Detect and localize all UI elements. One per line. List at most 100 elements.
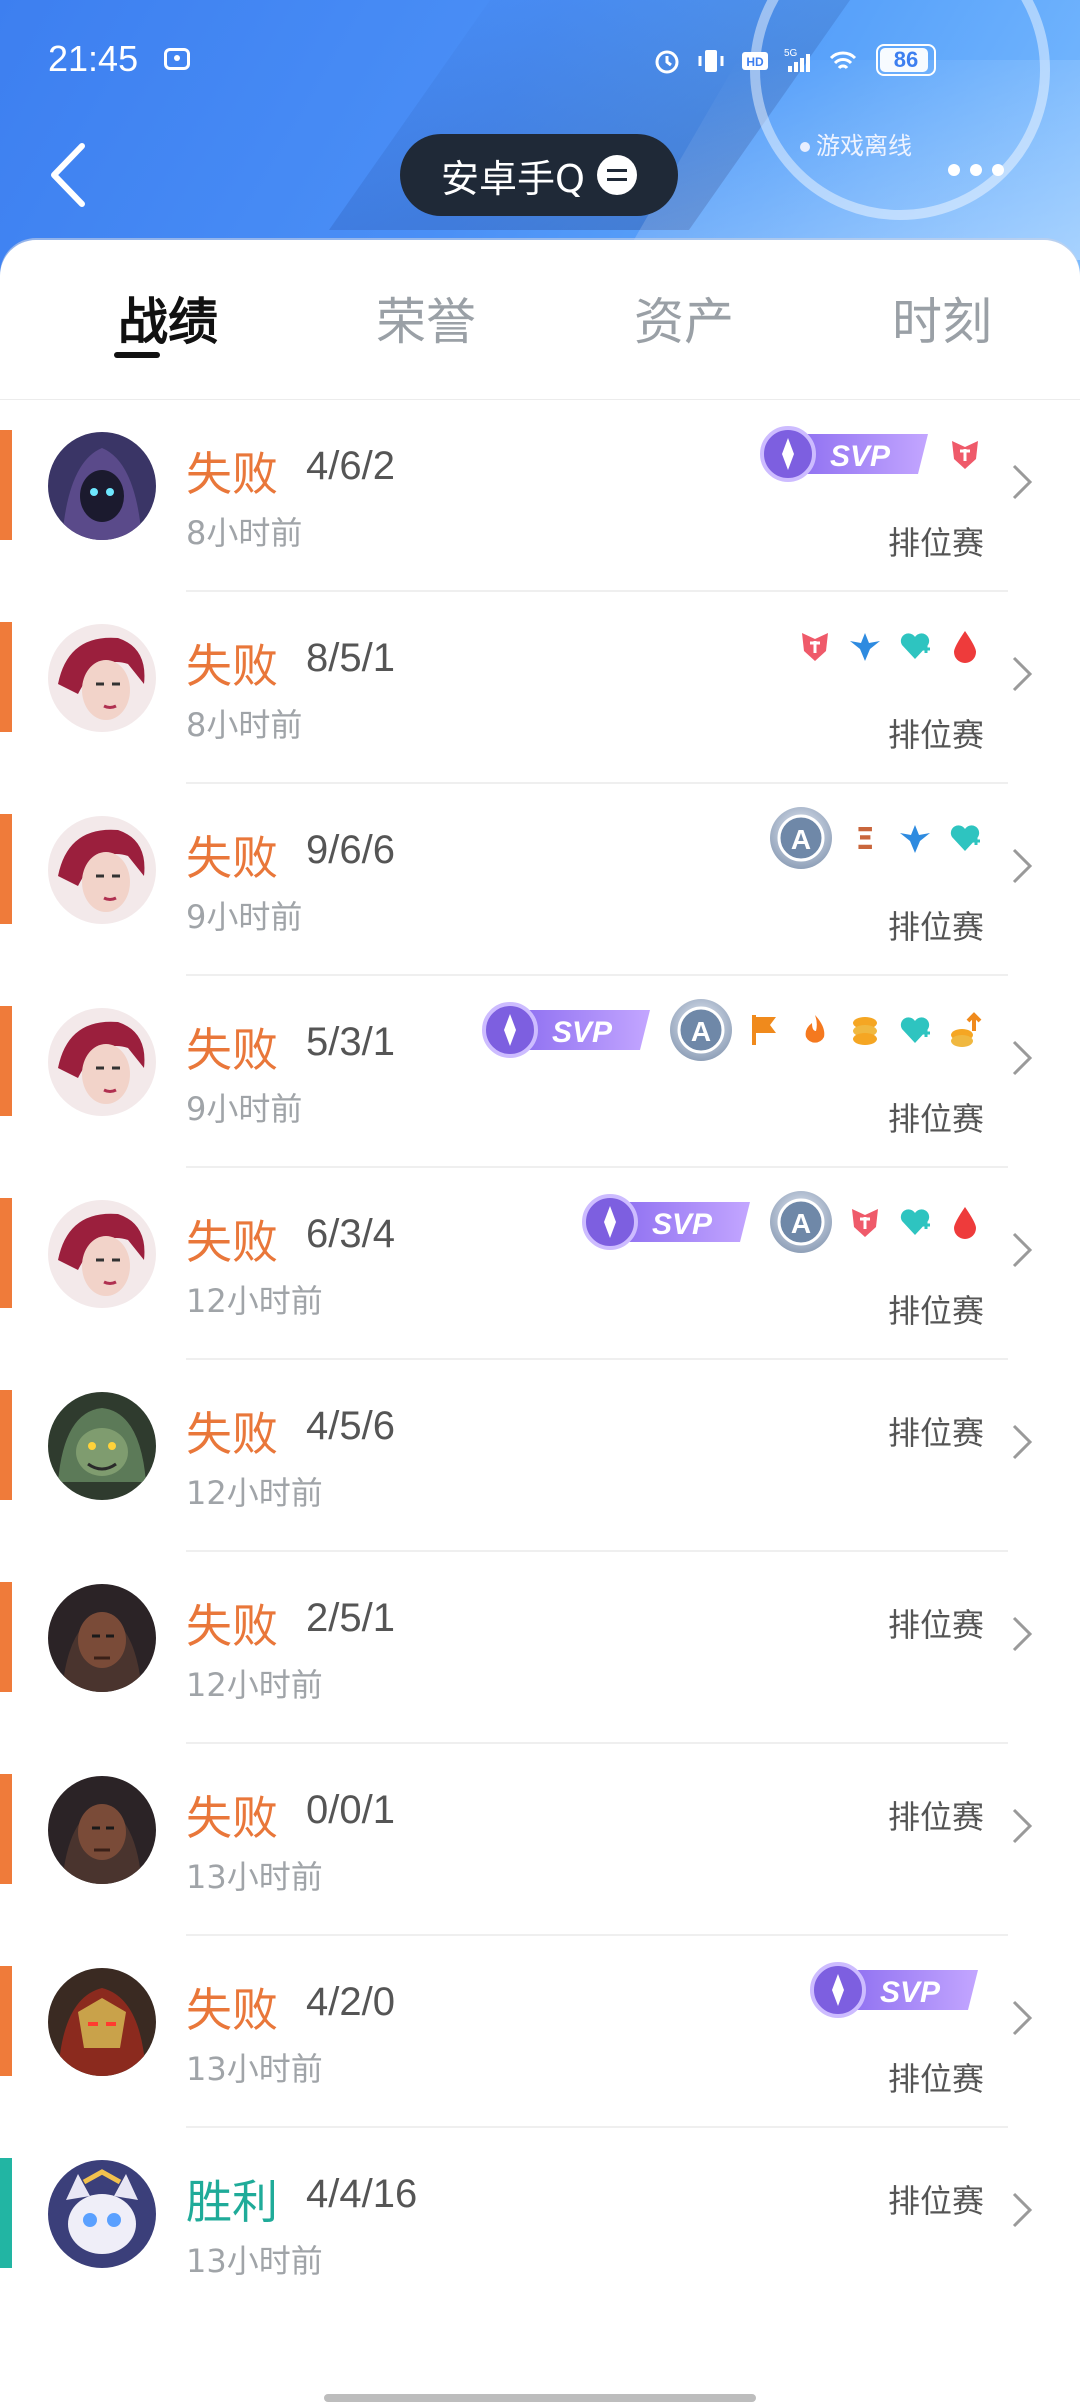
match-kda: 0/0/1 (306, 1788, 395, 1832)
alarm-icon (655, 50, 679, 74)
match-time-ago: 12小时前 (186, 1474, 323, 1512)
chevron-right-icon (1012, 1808, 1033, 1844)
match-row[interactable]: 失败 4/2/0 13小时前 SVP 排位赛 (0, 1936, 1080, 2128)
result-accent-bar (0, 622, 12, 732)
match-row[interactable]: 失败 9/6/6 9小时前 A Ξ 排位赛 (0, 784, 1080, 976)
gold-up-icon (951, 1012, 982, 1047)
result-accent-bar (0, 430, 12, 540)
heal-icon (900, 1209, 930, 1235)
chevron-right-icon (1012, 1232, 1033, 1268)
more-dot (948, 164, 960, 176)
heal-icon (950, 825, 980, 851)
battery-level: 86 (893, 47, 919, 72)
swap-icon (596, 155, 637, 195)
hero-avatar (48, 1584, 156, 1692)
match-row[interactable]: 失败 4/6/2 8小时前 SVP 排位赛 (0, 400, 1080, 592)
tab-assets[interactable]: 资产 (634, 282, 734, 354)
match-mode: 排位赛 (887, 908, 984, 946)
a-rank-label: A (791, 824, 811, 855)
match-result: 失败 (186, 1983, 278, 2037)
match-result: 失败 (186, 1215, 278, 1269)
triple-kill-label: Ξ (856, 822, 875, 857)
svp-badge: SVP (482, 1002, 650, 1058)
badge-group: SVP A (480, 999, 984, 1061)
match-time-ago: 12小时前 (186, 1282, 323, 1320)
match-mode: 排位赛 (887, 1414, 984, 1452)
svp-badge: SVP (760, 426, 928, 482)
match-time-ago: 13小时前 (186, 2242, 323, 2280)
a-rank-medal: A (670, 999, 732, 1061)
chevron-right-icon (1012, 2000, 1033, 2036)
match-mode: 排位赛 (887, 716, 984, 754)
svp-label: SVP (552, 1016, 613, 1049)
match-row[interactable]: 失败 8/5/1 8小时前 排位赛 (0, 592, 1080, 784)
hero-avatar (48, 1968, 156, 2076)
match-mode: 排位赛 (887, 524, 984, 562)
status-bar: 21:45 HD 5G 86 (0, 30, 1080, 100)
match-mode: 排位赛 (887, 1292, 984, 1330)
svp-label: SVP (652, 1208, 713, 1241)
match-result: 失败 (186, 1791, 278, 1845)
chevron-right-icon (1012, 848, 1033, 884)
match-time-ago: 13小时前 (186, 1858, 323, 1896)
match-row[interactable]: 胜利 4/4/16 13小时前 排位赛 (0, 2128, 1080, 2320)
chevron-right-icon (1012, 1424, 1033, 1460)
tab-record[interactable]: 战绩 (118, 282, 218, 354)
match-mode: 排位赛 (887, 1100, 984, 1138)
match-row[interactable]: 失败 6/3/4 12小时前 SVP A 排位赛 (0, 1168, 1080, 1360)
badge-group (796, 616, 984, 676)
coins-icon (853, 1017, 877, 1045)
chevron-right-icon (1012, 656, 1033, 692)
svg-text:HD: HD (746, 55, 764, 69)
match-row[interactable]: 失败 2/5/1 12小时前 排位赛 (0, 1552, 1080, 1744)
badge-group: SVP A (580, 1191, 984, 1253)
match-time-ago: 12小时前 (186, 1666, 323, 1704)
svp-badge: SVP (810, 1962, 978, 2018)
status-icons: HD 5G (652, 46, 858, 76)
svp-label: SVP (880, 1976, 941, 2009)
hero-avatar (48, 1200, 156, 1308)
mvp-crest-icon (952, 441, 978, 469)
hero-avatar (48, 1776, 156, 1884)
blood-icon (954, 631, 976, 663)
match-result: 失败 (186, 447, 278, 501)
result-accent-bar (0, 814, 12, 924)
flag-icon (752, 1015, 776, 1045)
hero-avatar (48, 624, 156, 732)
match-result: 失败 (186, 639, 278, 693)
match-result: 失败 (186, 1407, 278, 1461)
match-row[interactable]: 失败 5/3/1 9小时前 SVP A 排位赛 (0, 976, 1080, 1168)
heal-icon (900, 1017, 930, 1043)
a-rank-medal: A (770, 1191, 832, 1253)
fire-icon (805, 1015, 825, 1043)
match-time-ago: 8小时前 (186, 514, 303, 552)
back-button[interactable] (44, 140, 94, 210)
home-indicator[interactable] (324, 2394, 756, 2402)
match-row[interactable]: 失败 4/5/6 12小时前 排位赛 (0, 1360, 1080, 1552)
match-result: 失败 (186, 1023, 278, 1077)
match-kda: 4/2/0 (306, 1980, 395, 2024)
svg-text:5G: 5G (784, 48, 798, 59)
svp-badge: SVP (582, 1194, 750, 1250)
match-mode: 排位赛 (887, 1606, 984, 1644)
tab-moments[interactable]: 时刻 (892, 282, 992, 354)
hero-avatar (48, 1008, 156, 1116)
triple-kill-icon: Ξ (856, 822, 875, 857)
mvp-crest-icon (852, 1209, 878, 1237)
hero-avatar (48, 816, 156, 924)
account-switcher[interactable]: 安卓手Q (400, 134, 678, 216)
match-row[interactable]: 失败 0/0/1 13小时前 排位赛 (0, 1744, 1080, 1936)
result-accent-bar (0, 1006, 12, 1116)
blood-icon (954, 1207, 976, 1239)
match-time-ago: 9小时前 (186, 1090, 303, 1128)
hero-avatar (48, 432, 156, 540)
a-rank-medal: A (770, 807, 832, 869)
a-rank-label: A (791, 1208, 811, 1239)
status-time: 21:45 (48, 38, 139, 79)
hero-avatar (48, 2160, 156, 2268)
match-time-ago: 13小时前 (186, 2050, 323, 2088)
tab-honor[interactable]: 荣誉 (376, 282, 476, 354)
result-accent-bar (0, 1966, 12, 2076)
more-dot (970, 164, 982, 176)
more-button[interactable] (948, 164, 1004, 176)
